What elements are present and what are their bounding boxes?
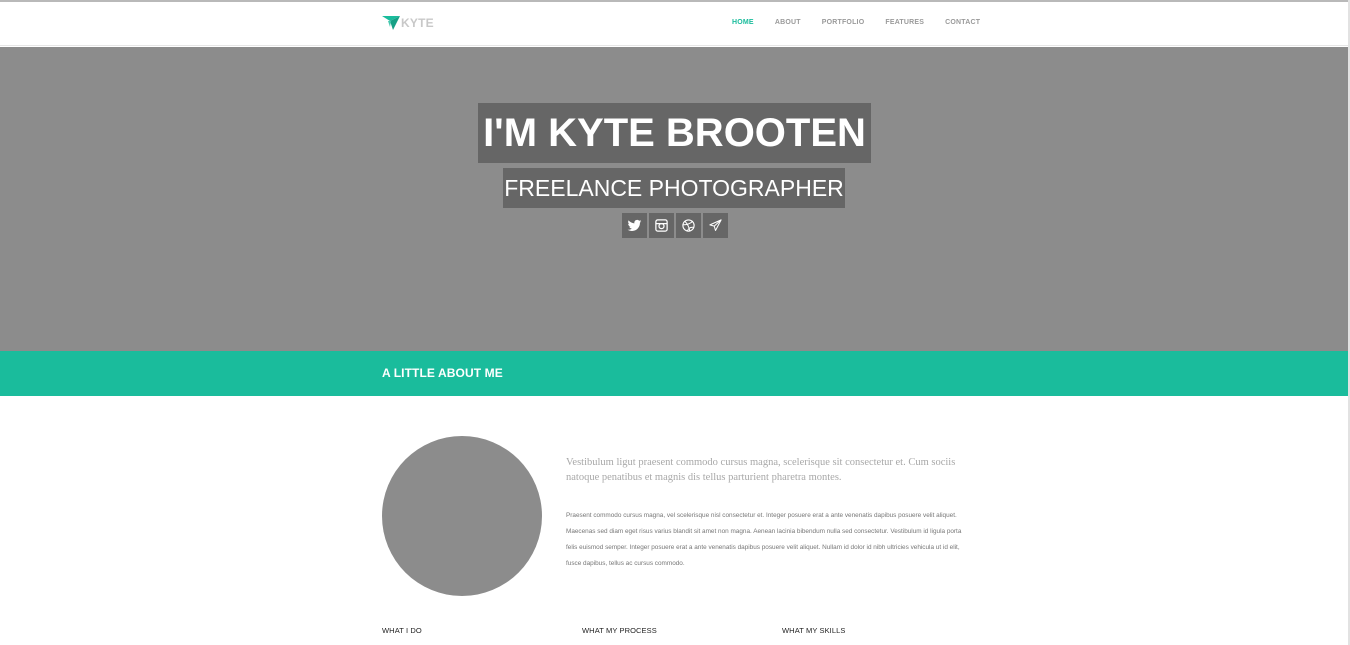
- nav-item-features[interactable]: FEATURES: [885, 19, 924, 26]
- what-i-do-heading: WHAT I DO: [382, 626, 422, 635]
- hero-title: I'M KYTE BROOTEN: [478, 103, 871, 163]
- dribbble-icon: [682, 219, 695, 232]
- twitter-icon: [627, 219, 642, 231]
- send-link[interactable]: [703, 213, 728, 238]
- about-heading: A LITTLE ABOUT ME: [382, 366, 503, 380]
- hero-section: I'M KYTE BROOTEN FREELANCE PHOTOGRAPHER: [0, 47, 1350, 351]
- brand-logo[interactable]: KYTE: [382, 14, 434, 32]
- social-links: [622, 213, 728, 238]
- nav-item-portfolio[interactable]: PORTFOLIO: [822, 19, 865, 26]
- brand-name: KYTE: [401, 16, 434, 30]
- twitter-link[interactable]: [622, 213, 647, 238]
- about-lead-text: Vestibulum ligut praesent commodo cursus…: [566, 457, 956, 483]
- instagram-link[interactable]: [649, 213, 674, 238]
- what-my-process-heading: WHAT MY PROCESS: [582, 626, 657, 635]
- main-nav: HOME ABOUT PORTFOLIO FEATURES CONTACT: [732, 19, 980, 26]
- nav-item-about[interactable]: ABOUT: [775, 19, 801, 26]
- hero-subtitle: FREELANCE PHOTOGRAPHER: [503, 168, 845, 208]
- profile-photo-placeholder: [382, 436, 542, 596]
- dribbble-link[interactable]: [676, 213, 701, 238]
- nav-item-home[interactable]: HOME: [732, 19, 754, 26]
- what-my-skills-heading: WHAT MY SKILLS: [782, 626, 846, 635]
- paper-plane-logo-icon: [382, 16, 400, 30]
- paper-plane-icon: [709, 219, 722, 231]
- nav-item-contact[interactable]: CONTACT: [945, 19, 980, 26]
- about-header-band: A LITTLE ABOUT ME: [0, 351, 1350, 396]
- instagram-icon: [655, 219, 668, 232]
- navbar: KYTE HOME ABOUT PORTFOLIO FEATURES CONTA…: [0, 2, 1350, 46]
- about-body-text: Praesent commodo cursus magna, vel scele…: [566, 512, 962, 567]
